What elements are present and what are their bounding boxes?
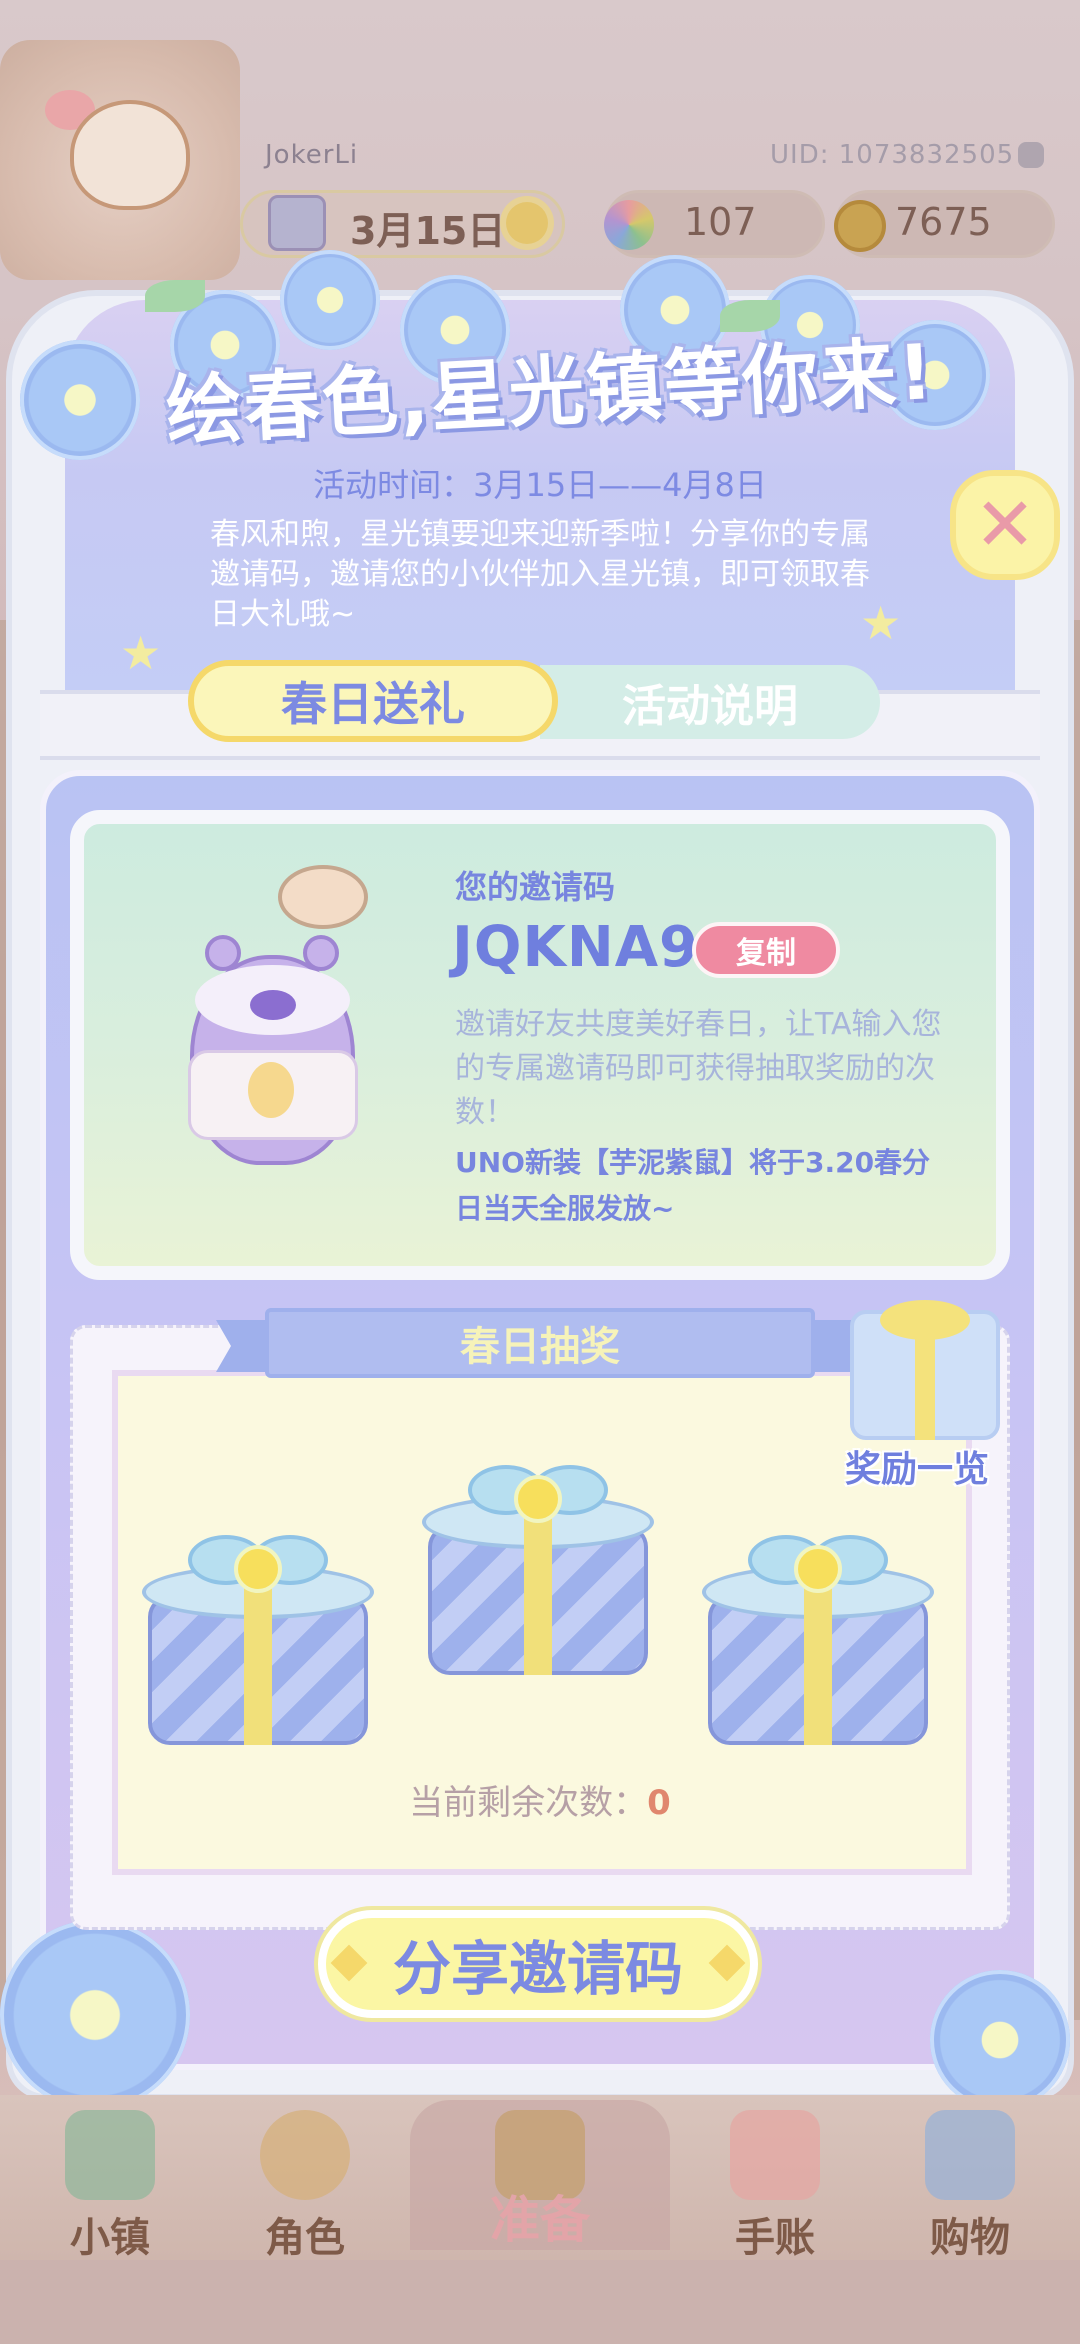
gift-box-2[interactable] [422, 1455, 654, 1675]
coin-icon [834, 200, 886, 252]
nav-label: 小镇 [70, 2215, 150, 2261]
system-bottom-area [0, 2260, 1080, 2344]
event-description: 春风和煦，星光镇要迎来迎新季啦！分享你的专属邀请码，邀请您的小伙伴加入星光镇，即… [210, 517, 870, 632]
coin-count: 7675 [895, 200, 992, 244]
avatar-face-icon [70, 100, 190, 210]
close-button[interactable]: ✕ [950, 470, 1060, 580]
event-time: 活动时间：3月15日——4月8日 [313, 466, 767, 504]
copy-button[interactable]: 复制 [692, 922, 840, 978]
gift-box-3[interactable] [702, 1525, 934, 1745]
remaining-draws: 当前剩余次数：0 [240, 1775, 840, 1824]
reward-list-label[interactable]: 奖励一览 [845, 1440, 989, 1492]
town-icon [65, 2110, 155, 2200]
flower-icon [794, 1545, 842, 1593]
nav-item-journal[interactable]: 手账 [710, 2110, 840, 2261]
nav-item-town[interactable]: 小镇 [45, 2110, 175, 2261]
character-icon [260, 2110, 350, 2200]
sun-weather-icon [506, 202, 548, 244]
nav-item-shopping[interactable]: 购物 [905, 2110, 1035, 2261]
nav-label: 准备 [490, 2191, 590, 2249]
gift-ribbon-icon [524, 1515, 552, 1675]
nav-label: 购物 [930, 2215, 1010, 2261]
gem-count: 107 [684, 200, 757, 244]
puppy-sticker-icon [278, 865, 368, 929]
lottery-title: 春日抽奖 [265, 1308, 815, 1378]
invite-code: JQKNA9 [452, 915, 700, 980]
hamster-mouth [250, 990, 296, 1020]
gift-box-1[interactable] [142, 1525, 374, 1745]
flower-icon [0, 1920, 190, 2110]
close-icon: ✕ [973, 482, 1036, 568]
outfit-release-note: UNO新装【芋泥紫鼠】将于3.20春分日当天全服发放~ [455, 1146, 931, 1225]
calendar-icon [268, 195, 326, 251]
outfit-print-icon [248, 1062, 294, 1118]
current-date: 3月15日 [350, 209, 506, 253]
share-invite-code-button[interactable]: 分享邀请码 [318, 1910, 758, 2018]
player-name: JokerLi [265, 140, 359, 170]
nav-item-prepare[interactable]: 准备 [475, 2110, 605, 2250]
star-icon: ★ [120, 626, 162, 680]
player-uid: UID: 1073832505 [770, 140, 1015, 170]
flower-icon [20, 340, 140, 460]
flower-icon [234, 1545, 282, 1593]
nav-item-character[interactable]: 角色 [240, 2110, 370, 2261]
nav-label: 手账 [735, 2215, 815, 2261]
tab-spring-gift[interactable]: 春日送礼 [188, 660, 558, 742]
flower-icon [280, 250, 380, 350]
nav-label: 角色 [265, 2215, 345, 2261]
flower-icon [930, 1970, 1070, 2110]
tab-event-info[interactable]: 活动说明 [540, 665, 880, 739]
gift-bow-icon [880, 1300, 970, 1340]
gift-ribbon-icon [804, 1585, 832, 1745]
journal-icon [730, 2110, 820, 2200]
remaining-draws-count: 0 [647, 1783, 671, 1823]
shopping-icon [925, 2110, 1015, 2200]
invite-code-label: 您的邀请码 [455, 868, 616, 906]
invite-description: 邀请好友共度美好春日，让TA输入您的专属邀请码即可获得抽取奖励的次数！ [455, 1007, 942, 1130]
gift-ribbon-icon [244, 1585, 272, 1745]
flower-icon [514, 1475, 562, 1523]
remaining-draws-label: 当前剩余次数： [409, 1783, 648, 1823]
leaf-icon [145, 280, 205, 312]
rainbow-gem-icon [604, 200, 654, 250]
copy-uid-icon[interactable] [1018, 142, 1044, 168]
